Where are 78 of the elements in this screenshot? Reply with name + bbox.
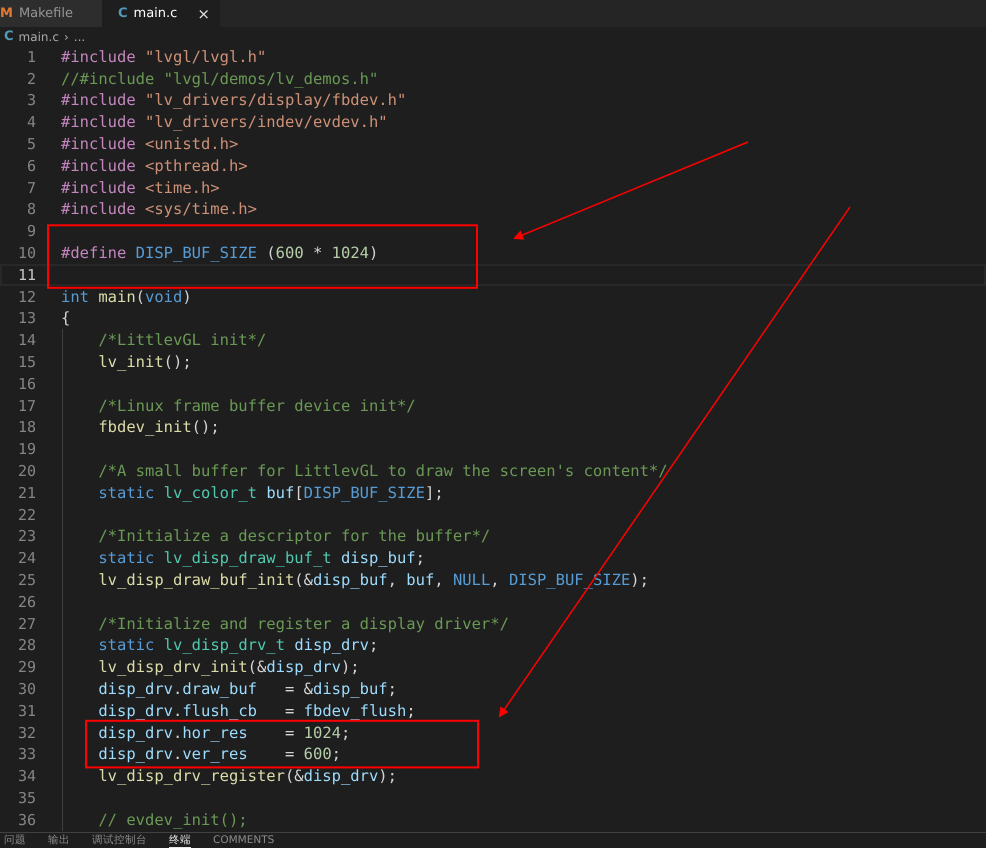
code-line: static lv_color_t buf[DISP_BUF_SIZE]; bbox=[97, 484, 444, 502]
code-line: disp_drv.ver_res = 600; bbox=[97, 745, 341, 764]
line-number: 18 bbox=[16, 418, 36, 436]
code-line: #include <unistd.h> bbox=[61, 135, 238, 154]
code-line: /*Linux frame buffer device init*/ bbox=[97, 396, 416, 415]
line-number: 26 bbox=[16, 592, 36, 611]
panel-tab[interactable]: 问题 bbox=[4, 833, 26, 848]
line-number: 22 bbox=[16, 506, 36, 524]
code-line: /*LittlevGL init*/ bbox=[97, 331, 266, 350]
line-number: 11 bbox=[16, 266, 36, 284]
line-number: 35 bbox=[16, 788, 36, 807]
code-line: lv_init(); bbox=[97, 353, 192, 372]
line-number: 8 bbox=[26, 200, 36, 218]
line-number: 12 bbox=[16, 288, 36, 306]
code-line: /*Initialize and register a display driver*/ bbox=[97, 614, 509, 633]
panel-tab[interactable]: 终端 bbox=[169, 833, 191, 848]
line-number: 4 bbox=[26, 113, 36, 132]
line-number: 20 bbox=[16, 462, 36, 480]
file-type-icon: C bbox=[118, 6, 128, 21]
code-line: #define DISP_BUF_SIZE (600 * 1024) bbox=[61, 244, 378, 262]
line-number: 21 bbox=[16, 484, 36, 502]
line-number: 16 bbox=[16, 374, 36, 393]
code-line: #include <time.h> bbox=[61, 178, 220, 197]
line-number: 1 bbox=[26, 48, 36, 66]
line-number: 34 bbox=[16, 767, 36, 786]
code-line: lv_disp_drv_init(&disp_drv); bbox=[97, 658, 360, 676]
line-number: 15 bbox=[16, 353, 36, 372]
code-line: #include "lv_drivers/indev/evdev.h" bbox=[61, 113, 388, 132]
panel-tab[interactable]: 调试控制台 bbox=[92, 833, 147, 848]
line-number: 19 bbox=[16, 440, 36, 458]
file-type-icon: M bbox=[0, 6, 13, 21]
line-number: 24 bbox=[16, 549, 36, 568]
breadcrumb-item[interactable]: main.c bbox=[18, 30, 59, 44]
line-number: 32 bbox=[16, 724, 36, 742]
line-number: 7 bbox=[26, 178, 36, 197]
breadcrumb-item[interactable]: ... bbox=[74, 30, 86, 44]
file-type-icon: C bbox=[4, 29, 14, 44]
code-line: static lv_disp_drv_t disp_drv; bbox=[97, 636, 378, 654]
code-line: { bbox=[61, 309, 70, 328]
code-line: disp_drv.draw_buf = &disp_buf; bbox=[97, 680, 397, 698]
line-number: 10 bbox=[16, 244, 36, 262]
line-number: 25 bbox=[16, 571, 36, 590]
line-number: 27 bbox=[16, 614, 36, 633]
code-line: disp_drv.hor_res = 1024; bbox=[97, 724, 350, 742]
line-number: 36 bbox=[16, 810, 36, 829]
code-line: lv_disp_drv_register(&disp_drv); bbox=[97, 767, 397, 786]
code-line: /*A small buffer for LittlevGL to draw the screen's content*/ bbox=[97, 462, 668, 480]
line-number: 29 bbox=[16, 658, 36, 676]
line-number: 13 bbox=[16, 309, 36, 328]
code-line: int main(void) bbox=[61, 288, 192, 306]
breadcrumb-item[interactable]: › bbox=[64, 30, 69, 44]
code-line: // evdev_init(); bbox=[97, 810, 248, 829]
line-number: 17 bbox=[16, 396, 36, 415]
line-number: 5 bbox=[26, 135, 36, 154]
line-number: 30 bbox=[16, 680, 36, 698]
line-number: 2 bbox=[26, 70, 36, 88]
code-line: #include <pthread.h> bbox=[61, 156, 248, 175]
code-line: fbdev_init(); bbox=[97, 418, 220, 436]
close-icon[interactable]: × bbox=[197, 4, 210, 22]
code-line: disp_drv.flush_cb = fbdev_flush; bbox=[97, 702, 416, 720]
line-number: 33 bbox=[16, 745, 36, 764]
code-line: //#include "lvgl/demos/lv_demos.h" bbox=[61, 70, 378, 88]
line-number: 14 bbox=[16, 331, 36, 350]
editor-tab[interactable]: M Makefile bbox=[0, 0, 102, 27]
code-line: #include "lv_drivers/display/fbdev.h" bbox=[61, 91, 406, 110]
line-number: 28 bbox=[16, 636, 36, 654]
code-line: static lv_disp_draw_buf_t disp_buf; bbox=[97, 549, 425, 568]
panel-tab[interactable]: 输出 bbox=[48, 833, 70, 848]
code-line: /*Initialize a descriptor for the buffer*/ bbox=[97, 527, 490, 546]
line-number: 23 bbox=[16, 527, 36, 546]
editor-tab[interactable]: C main.c × bbox=[102, 0, 220, 27]
line-number: 6 bbox=[26, 156, 36, 175]
line-number: 9 bbox=[26, 222, 36, 240]
code-line: #include <sys/time.h> bbox=[61, 200, 257, 218]
line-number: 31 bbox=[16, 702, 36, 720]
line-number: 3 bbox=[26, 91, 36, 110]
panel-tab[interactable]: COMMENTS bbox=[213, 833, 274, 848]
code-line: #include "lvgl/lvgl.h" bbox=[61, 48, 266, 66]
